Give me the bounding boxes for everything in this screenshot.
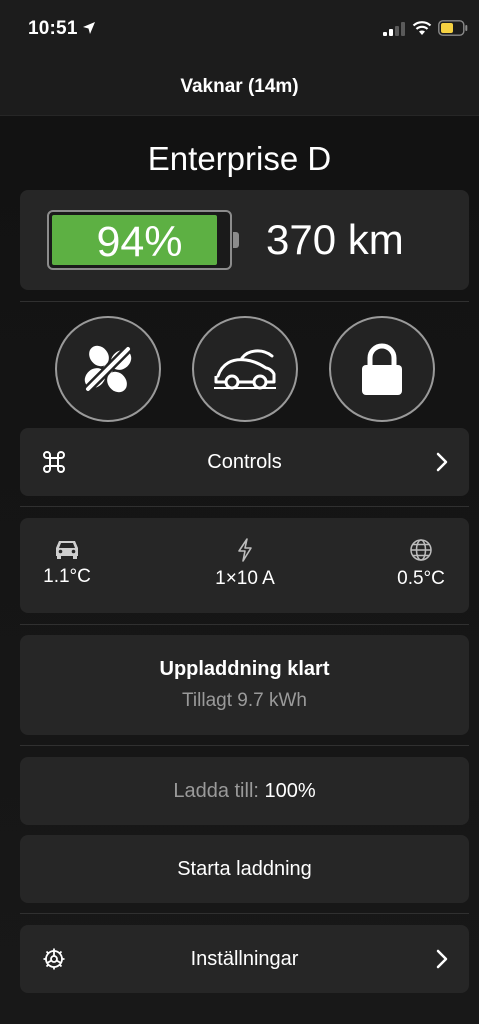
lightning-icon bbox=[238, 538, 252, 562]
trunk-button[interactable] bbox=[192, 316, 298, 422]
charging-added-energy: Tillagt 9.7 kWh bbox=[182, 690, 307, 711]
status-time: 10:51 bbox=[28, 18, 78, 39]
battery-icon bbox=[438, 20, 468, 36]
lock-button[interactable] bbox=[329, 316, 435, 422]
charge-limit-label: Ladda till: bbox=[173, 780, 259, 802]
outside-temp-value: 0.5°C bbox=[397, 568, 445, 589]
fan-off-icon bbox=[83, 344, 133, 394]
wifi-icon bbox=[412, 21, 432, 35]
status-bar: 10:51 bbox=[0, 0, 479, 60]
nav-title: Vaknar (14m) bbox=[180, 76, 299, 97]
outside-temp-stat: 0.5°C bbox=[388, 538, 454, 590]
location-arrow-icon bbox=[83, 22, 95, 34]
cellular-signal-icon bbox=[383, 22, 405, 36]
car-frunk-icon bbox=[214, 349, 276, 390]
charging-status-card: Uppladdning klart Tillagt 9.7 kWh bbox=[20, 635, 469, 735]
battery-percent: 94% bbox=[96, 218, 183, 266]
start-charging-button[interactable]: Starta laddning bbox=[20, 835, 469, 903]
charging-status-title: Uppladdning klart bbox=[159, 658, 330, 680]
charge-limit-row[interactable]: Ladda till: 100% bbox=[20, 757, 469, 825]
divider bbox=[20, 913, 469, 914]
controls-row[interactable]: Controls bbox=[20, 428, 469, 496]
vehicle-name: Enterprise D bbox=[147, 140, 332, 177]
stats-card: 1.1°C 1×10 A 0.5°C bbox=[20, 518, 469, 613]
nav-bar: Vaknar (14m) bbox=[0, 60, 479, 116]
settings-row[interactable]: Inställningar bbox=[20, 925, 469, 993]
divider bbox=[20, 301, 469, 302]
settings-label: Inställningar bbox=[190, 948, 299, 970]
charge-limit-text: Ladda till: 100% bbox=[20, 780, 469, 803]
charge-limit-value: 100% bbox=[264, 780, 316, 802]
globe-icon bbox=[410, 539, 432, 561]
inside-temp-stat: 1.1°C bbox=[38, 538, 96, 588]
inside-temp-value: 1.1°C bbox=[43, 566, 91, 587]
chevron-right-icon bbox=[436, 452, 448, 472]
car-icon bbox=[56, 541, 78, 559]
battery-gauge: 94% bbox=[47, 210, 232, 270]
battery-terminal bbox=[233, 232, 239, 248]
charge-rate-value: 1×10 A bbox=[215, 568, 275, 589]
battery-card: 94% 370 km bbox=[20, 190, 469, 290]
lock-icon bbox=[362, 343, 402, 395]
divider bbox=[20, 624, 469, 625]
climate-off-button[interactable] bbox=[55, 316, 161, 422]
controls-label: Controls bbox=[207, 451, 282, 473]
range-value: 370 km bbox=[266, 216, 404, 263]
chevron-right-icon bbox=[436, 949, 448, 969]
start-charging-label: Starta laddning bbox=[177, 858, 312, 880]
charge-rate-stat: 1×10 A bbox=[200, 538, 290, 590]
divider bbox=[20, 506, 469, 507]
divider bbox=[20, 745, 469, 746]
